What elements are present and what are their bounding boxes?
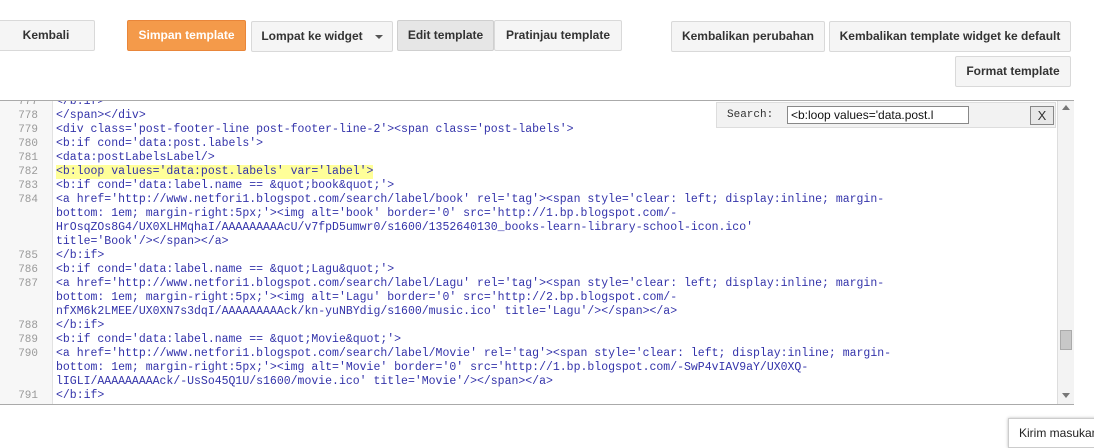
format-template-button[interactable]: Format template bbox=[955, 56, 1071, 87]
chevron-down-icon bbox=[374, 34, 383, 39]
editor-scrollbar[interactable] bbox=[1057, 101, 1074, 404]
code-line-highlighted: <b:loop values='data:post.labels' var='l… bbox=[56, 165, 374, 179]
code-line: </b:if> bbox=[56, 389, 105, 402]
code-line: nfXM6k2LMEE/UX0XN7s3dqI/AAAAAAAAAck/kn-y… bbox=[56, 305, 678, 318]
scroll-up-arrow-icon[interactable] bbox=[1062, 105, 1070, 110]
line-number: 780 bbox=[18, 138, 38, 150]
jump-to-widget-label: Lompat ke widget bbox=[261, 29, 363, 43]
line-number-gutter: 777 778 779 780 781 782 783 784 785 786 787 788 789 7… bbox=[0, 101, 53, 404]
line-number: 784 bbox=[18, 194, 38, 206]
line-number: 779 bbox=[18, 124, 38, 136]
edit-template-tab[interactable]: Edit template bbox=[397, 20, 494, 51]
line-number: 785 bbox=[18, 250, 38, 262]
code-line: </b:if> bbox=[56, 319, 105, 332]
code-line: <a href='http://www.netfori1.blogspot.co… bbox=[56, 193, 885, 206]
line-number: 787 bbox=[18, 278, 38, 290]
line-number: 788 bbox=[18, 320, 38, 332]
code-line: <b:if cond='data:label.name == &quot;Mov… bbox=[56, 333, 402, 346]
line-number: 781 bbox=[18, 152, 38, 164]
code-line: </span></div> bbox=[56, 109, 146, 122]
scroll-down-arrow-icon[interactable] bbox=[1062, 393, 1070, 398]
code-line: <a href='http://www.netfori1.blogspot.co… bbox=[56, 277, 885, 290]
scrollbar-thumb[interactable] bbox=[1060, 330, 1072, 350]
revert-widget-default-button[interactable]: Kembalikan template widget ke default bbox=[829, 21, 1071, 52]
close-search-button[interactable]: X bbox=[1030, 106, 1054, 125]
code-line: bottom: 1em; margin-right:5px;'><img alt… bbox=[56, 291, 678, 304]
revert-changes-button[interactable]: Kembalikan perubahan bbox=[671, 21, 825, 52]
code-line: title='Book'/></span></a> bbox=[56, 235, 229, 248]
code-line: <b:if cond='data:post.labels'> bbox=[56, 137, 264, 150]
code-line: <b:if cond='data:label.name == &quot;Lag… bbox=[56, 263, 395, 276]
line-number: 790 bbox=[18, 348, 38, 360]
line-number: 789 bbox=[18, 334, 38, 346]
line-number: 791 bbox=[18, 390, 38, 402]
search-panel: Search: X bbox=[716, 102, 1056, 128]
back-button[interactable]: Kembali bbox=[0, 20, 95, 51]
line-number: 777 bbox=[18, 100, 38, 108]
code-line: <data:postLabelsLabel/> bbox=[56, 151, 215, 164]
search-label: Search: bbox=[727, 109, 774, 121]
code-line: </b:if> bbox=[56, 100, 105, 108]
line-number: 782 bbox=[18, 166, 38, 178]
line-number: 786 bbox=[18, 264, 38, 276]
code-line: bottom: 1em; margin-right:5px;'><img alt… bbox=[56, 361, 809, 374]
save-template-button[interactable]: Simpan template bbox=[127, 20, 246, 51]
code-line: <b:if cond='data:label.name == &quot;boo… bbox=[56, 179, 395, 192]
code-line: HrOsqZOs8G4/UX0XLHMqhaI/AAAAAAAAAcU/v7fp… bbox=[56, 221, 754, 234]
jump-to-widget-dropdown[interactable]: Lompat ke widget bbox=[251, 21, 393, 52]
code-editor[interactable]: 777 778 779 780 781 782 783 784 785 786 787 788 789 7… bbox=[0, 100, 1074, 405]
code-line: </b:if> bbox=[56, 249, 105, 262]
code-line: <div class='post-footer-line post-footer… bbox=[56, 123, 574, 136]
preview-template-tab[interactable]: Pratinjau template bbox=[494, 20, 622, 51]
send-feedback-button[interactable]: Kirim masukan bbox=[1008, 418, 1094, 448]
code-line: bottom: 1em; margin-right:5px;'><img alt… bbox=[56, 207, 678, 220]
line-number: 783 bbox=[18, 180, 38, 192]
code-line: lIGLI/AAAAAAAAAck/-UsSo45Q1U/s1600/movie… bbox=[56, 375, 553, 388]
code-line: <a href='http://www.netfori1.blogspot.co… bbox=[56, 347, 892, 360]
search-input[interactable] bbox=[787, 106, 969, 124]
line-number: 778 bbox=[18, 110, 38, 122]
